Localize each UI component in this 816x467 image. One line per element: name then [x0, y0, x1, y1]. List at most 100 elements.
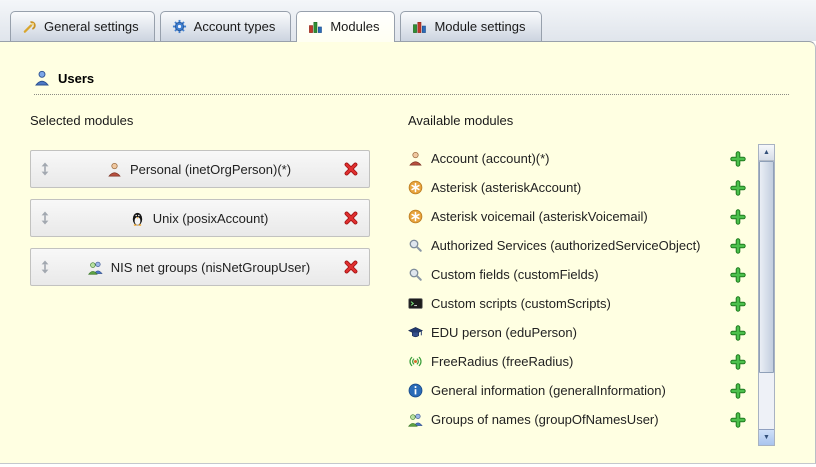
scroll-up-button[interactable]: ▲	[759, 145, 774, 161]
add-module-button[interactable]	[729, 179, 746, 196]
selected-modules-list: Personal (inetOrgPerson)(*) Unix (posixAc…	[30, 150, 378, 286]
selected-module-content: Personal (inetOrgPerson)(*)	[56, 162, 342, 177]
available-module-label: General information (generalInformation)	[431, 383, 721, 398]
asterisk-icon	[408, 209, 423, 224]
available-modules-list: Account (account)(*) Asterisk (asteriskAc…	[408, 144, 748, 434]
tab-label: Modules	[330, 19, 379, 34]
available-module-label: FreeRadius (freeRadius)	[431, 354, 721, 369]
tab-general-settings[interactable]: General settings	[10, 11, 155, 41]
lam-configuration-page: General settings Account types Modules Modu…	[0, 0, 816, 464]
group-icon	[88, 260, 103, 275]
available-module-label: Custom scripts (customScripts)	[431, 296, 721, 311]
available-module-label: Asterisk voicemail (asteriskVoicemail)	[431, 209, 721, 224]
gear-icon	[172, 19, 187, 34]
tab-account-types[interactable]: Account types	[160, 11, 292, 41]
delete-icon	[343, 259, 359, 275]
magnifier-icon	[408, 267, 423, 282]
add-module-button[interactable]	[729, 150, 746, 167]
add-icon	[730, 238, 746, 254]
add-icon	[730, 209, 746, 225]
selected-module-row: NIS net groups (nisNetGroupUser)	[30, 248, 370, 286]
selected-module-content: NIS net groups (nisNetGroupUser)	[56, 260, 342, 275]
script-icon	[408, 296, 423, 311]
remove-module-button[interactable]	[342, 160, 360, 178]
tab-label: Account types	[194, 19, 276, 34]
modules-columns: Selected modules Personal (inetOrgPerson…	[0, 95, 815, 446]
selected-module-label: Personal (inetOrgPerson)(*)	[130, 162, 291, 177]
person-icon	[408, 151, 423, 166]
tab-label: General settings	[44, 19, 139, 34]
selected-module-content: Unix (posixAccount)	[56, 211, 342, 226]
add-icon	[730, 267, 746, 283]
penguin-icon	[130, 211, 145, 226]
person-icon	[107, 162, 122, 177]
users-icon	[34, 70, 50, 86]
selected-module-label: Unix (posixAccount)	[153, 211, 269, 226]
modules-icon	[308, 19, 323, 34]
add-module-button[interactable]	[729, 411, 746, 428]
add-icon	[730, 180, 746, 196]
tab-modules[interactable]: Modules	[296, 11, 395, 42]
selected-modules-heading: Selected modules	[30, 113, 378, 128]
add-module-button[interactable]	[729, 208, 746, 225]
content-panel: Users Selected modules Personal (inetOrg…	[0, 41, 816, 464]
selected-modules-column: Selected modules Personal (inetOrgPerson…	[30, 109, 378, 446]
add-module-button[interactable]	[729, 295, 746, 312]
info-icon	[408, 383, 423, 398]
available-module-row: Authorized Services (authorizedServiceOb…	[408, 231, 748, 260]
tab-module-settings[interactable]: Module settings	[400, 11, 541, 41]
add-module-button[interactable]	[729, 324, 746, 341]
available-module-label: Authorized Services (authorizedServiceOb…	[431, 238, 721, 253]
drag-handle-icon[interactable]	[40, 211, 56, 225]
scrollbar-track[interactable]	[759, 161, 774, 429]
available-modules-wrap: Account (account)(*) Asterisk (asteriskAc…	[408, 144, 775, 446]
drag-handle-icon[interactable]	[40, 162, 56, 176]
asterisk-icon	[408, 180, 423, 195]
selected-module-row: Personal (inetOrgPerson)(*)	[30, 150, 370, 188]
add-icon	[730, 383, 746, 399]
available-module-label: Account (account)(*)	[431, 151, 721, 166]
section-header: Users	[34, 70, 789, 95]
available-module-row: Custom fields (customFields)	[408, 260, 748, 289]
available-module-row: Groups of names (groupOfNamesUser)	[408, 405, 748, 434]
available-module-row: Custom scripts (customScripts)	[408, 289, 748, 318]
add-module-button[interactable]	[729, 266, 746, 283]
available-module-label: Custom fields (customFields)	[431, 267, 721, 282]
available-module-label: Groups of names (groupOfNamesUser)	[431, 412, 721, 427]
magnifier-icon	[408, 238, 423, 253]
scroll-down-button[interactable]: ▼	[759, 429, 774, 445]
selected-module-label: NIS net groups (nisNetGroupUser)	[111, 260, 310, 275]
add-icon	[730, 151, 746, 167]
available-modules-heading: Available modules	[408, 113, 775, 128]
scrollbar[interactable]: ▲ ▼	[758, 144, 775, 446]
available-module-row: FreeRadius (freeRadius)	[408, 347, 748, 376]
add-icon	[730, 325, 746, 341]
selected-module-row: Unix (posixAccount)	[30, 199, 370, 237]
scrollbar-thumb[interactable]	[759, 161, 774, 373]
available-module-row: Account (account)(*)	[408, 144, 748, 173]
add-icon	[730, 296, 746, 312]
edu-icon	[408, 325, 423, 340]
add-icon	[730, 412, 746, 428]
remove-module-button[interactable]	[342, 258, 360, 276]
available-module-row: Asterisk voicemail (asteriskVoicemail)	[408, 202, 748, 231]
add-icon	[730, 354, 746, 370]
section-title: Users	[58, 71, 94, 86]
tab-label: Module settings	[434, 19, 525, 34]
tools-icon	[22, 19, 37, 34]
available-modules-column: Available modules Account (account)(*) As…	[408, 109, 775, 446]
add-module-button[interactable]	[729, 353, 746, 370]
add-module-button[interactable]	[729, 237, 746, 254]
drag-handle-icon[interactable]	[40, 260, 56, 274]
available-module-label: Asterisk (asteriskAccount)	[431, 180, 721, 195]
group-icon	[408, 412, 423, 427]
available-module-row: General information (generalInformation)	[408, 376, 748, 405]
delete-icon	[343, 161, 359, 177]
remove-module-button[interactable]	[342, 209, 360, 227]
available-module-label: EDU person (eduPerson)	[431, 325, 721, 340]
module-settings-icon	[412, 19, 427, 34]
radius-icon	[408, 354, 423, 369]
available-module-row: EDU person (eduPerson)	[408, 318, 748, 347]
tab-bar: General settings Account types Modules Modu…	[0, 0, 816, 41]
add-module-button[interactable]	[729, 382, 746, 399]
